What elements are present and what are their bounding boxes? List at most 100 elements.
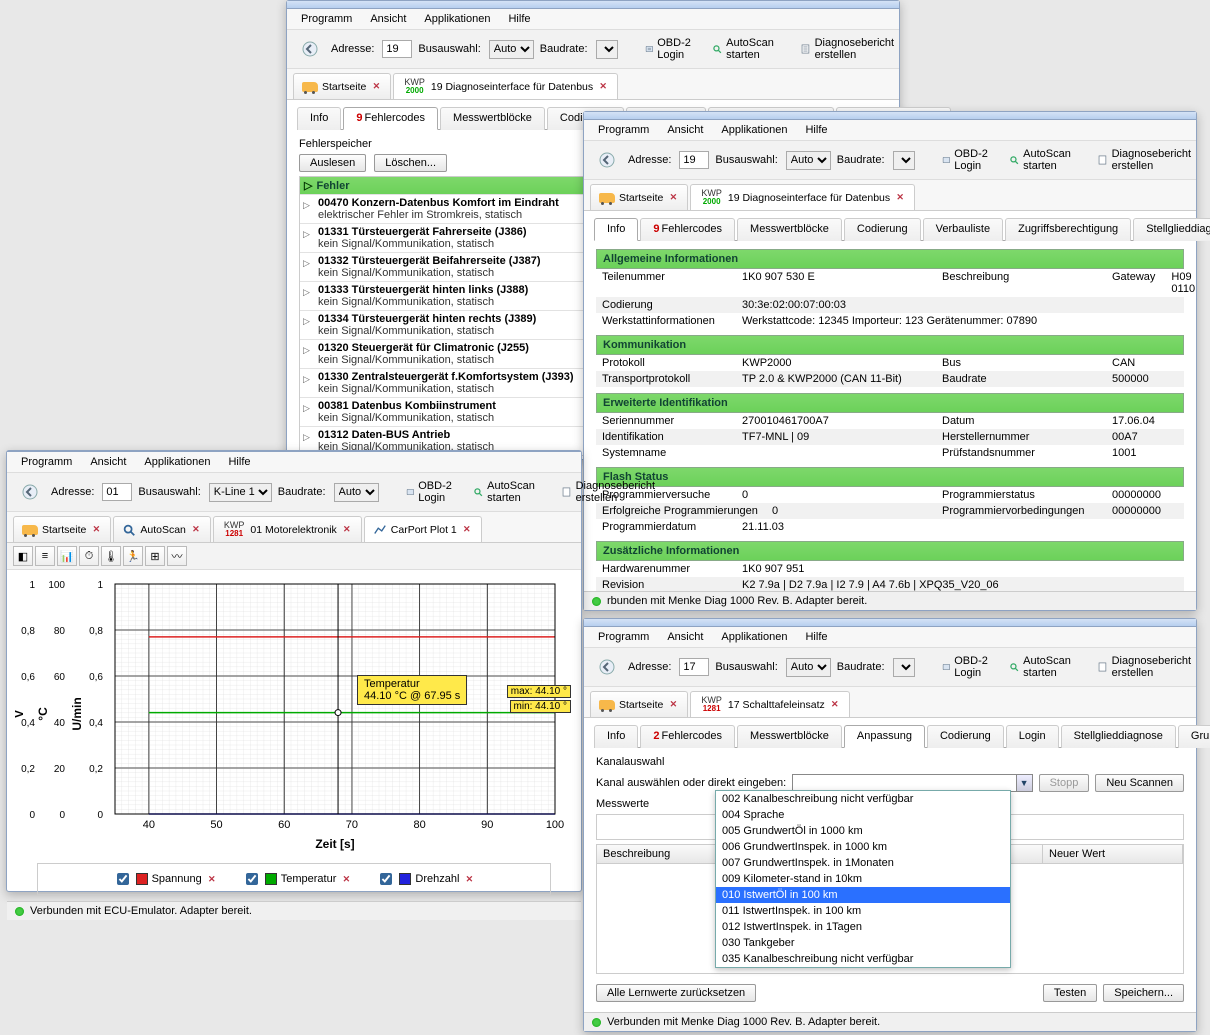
tab-fehlercodes[interactable]: 2Fehlercodes bbox=[640, 725, 735, 748]
doc-tab-plot[interactable]: CarPort Plot 1✕ bbox=[364, 516, 482, 542]
close-icon[interactable]: ✕ bbox=[463, 873, 475, 885]
close-icon[interactable]: ✕ bbox=[341, 524, 353, 536]
expand-icon[interactable]: ▷ bbox=[303, 229, 310, 240]
reset-button[interactable]: Alle Lernwerte zurücksetzen bbox=[596, 984, 756, 1002]
close-icon[interactable]: ✕ bbox=[190, 524, 202, 536]
legend-spannung[interactable]: Spannung✕ bbox=[113, 870, 218, 888]
obd2-login-button[interactable]: OBD-2 Login bbox=[638, 34, 700, 64]
tab-stellglied[interactable]: Stellglieddiagnose bbox=[1061, 725, 1176, 748]
plot-tool-4[interactable]: ⏱ bbox=[79, 546, 99, 566]
expand-icon[interactable]: ▷ bbox=[303, 287, 310, 298]
close-icon[interactable]: ✕ bbox=[667, 699, 679, 711]
testen-button[interactable]: Testen bbox=[1043, 984, 1097, 1002]
baudrate-select[interactable] bbox=[893, 151, 915, 170]
plot-tool-3[interactable]: 📊 bbox=[57, 546, 77, 566]
autoscan-button[interactable]: AutoScan starten bbox=[705, 34, 787, 64]
close-icon[interactable]: ✕ bbox=[894, 192, 906, 204]
tab-fehlercodes[interactable]: 9Fehlercodes bbox=[343, 107, 438, 130]
baudrate-select[interactable]: Auto bbox=[334, 483, 379, 502]
legend-drehzahl[interactable]: Drehzahl✕ bbox=[376, 870, 475, 888]
neu-scannen-button[interactable]: Neu Scannen bbox=[1095, 774, 1184, 792]
legend-temperatur[interactable]: Temperatur✕ bbox=[242, 870, 353, 888]
doc-tab-diag[interactable]: KWP200019 Diagnoseinterface für Datenbus… bbox=[690, 184, 915, 210]
legend-checkbox[interactable] bbox=[380, 873, 392, 885]
adresse-input[interactable] bbox=[679, 658, 709, 676]
doc-tab-motor[interactable]: KWP128101 Motorelektronik✕ bbox=[213, 516, 362, 542]
plot-tool-6[interactable]: 🏃 bbox=[123, 546, 143, 566]
kanal-dropdown-list[interactable]: 002 Kanalbeschreibung nicht verfügbar004… bbox=[715, 790, 1011, 968]
menu-applikationen[interactable]: Applikationen bbox=[713, 122, 795, 138]
busauswahl-select[interactable]: Auto bbox=[786, 151, 831, 170]
dropdown-option[interactable]: 004 Sprache bbox=[716, 807, 1010, 823]
tab-stellglied[interactable]: Stellglieddiagnose bbox=[1133, 218, 1210, 241]
autoscan-button[interactable]: AutoScan starten bbox=[466, 477, 548, 507]
plot-tool-2[interactable]: ≡ bbox=[35, 546, 55, 566]
baudrate-select[interactable] bbox=[596, 40, 618, 59]
obd2-login-button[interactable]: OBD-2 Login bbox=[935, 145, 997, 175]
back-button[interactable] bbox=[295, 38, 325, 60]
tab-grundeinstellung[interactable]: Grundeinstellung bbox=[1178, 725, 1210, 748]
dropdown-option[interactable]: 035 Kanalbeschreibung nicht verfügbar bbox=[716, 951, 1010, 967]
report-button[interactable]: Diagnosebericht erstellen bbox=[554, 477, 668, 507]
doc-tab-startseite[interactable]: Startseite✕ bbox=[590, 691, 688, 717]
tab-info[interactable]: Info bbox=[594, 725, 638, 748]
tab-messwertblocke[interactable]: Messwertblöcke bbox=[737, 218, 842, 241]
tab-verbauliste[interactable]: Verbauliste bbox=[923, 218, 1003, 241]
menu-programm[interactable]: Programm bbox=[590, 629, 657, 645]
dropdown-option[interactable]: 030 Tankgeber bbox=[716, 935, 1010, 951]
dropdown-option[interactable]: 006 GrundwertInspek. in 1000 km bbox=[716, 839, 1010, 855]
report-button[interactable]: Diagnosebericht erstellen bbox=[1090, 652, 1204, 682]
loeschen-button[interactable]: Löschen... bbox=[374, 154, 447, 172]
expand-icon[interactable]: ▷ bbox=[303, 403, 310, 414]
doc-tab-startseite[interactable]: Startseite ✕ bbox=[293, 73, 391, 99]
dropdown-option[interactable]: 012 IstwertInspek. in 1Tagen bbox=[716, 919, 1010, 935]
close-icon[interactable]: ✕ bbox=[206, 873, 218, 885]
obd2-login-button[interactable]: OBD-2 Login bbox=[935, 652, 997, 682]
dropdown-option[interactable]: 011 IstwertInspek. in 100 km bbox=[716, 903, 1010, 919]
menu-applikationen[interactable]: Applikationen bbox=[713, 629, 795, 645]
tab-codierung[interactable]: Codierung bbox=[927, 725, 1004, 748]
dropdown-option[interactable]: 002 Kanalbeschreibung nicht verfügbar bbox=[716, 791, 1010, 807]
adresse-input[interactable] bbox=[102, 483, 132, 501]
dropdown-option[interactable]: 010 IstwertÖl in 100 km bbox=[716, 887, 1010, 903]
plot-tool-5[interactable]: 🌡 bbox=[101, 546, 121, 566]
doc-tab-autoscan[interactable]: AutoScan✕ bbox=[113, 516, 211, 542]
legend-checkbox[interactable] bbox=[246, 873, 258, 885]
autoscan-button[interactable]: AutoScan starten bbox=[1002, 145, 1084, 175]
menu-ansicht[interactable]: Ansicht bbox=[659, 122, 711, 138]
menu-hilfe[interactable]: Hilfe bbox=[797, 122, 835, 138]
menu-programm[interactable]: Programm bbox=[293, 11, 360, 27]
close-icon[interactable]: ✕ bbox=[597, 81, 609, 93]
kanal-input[interactable] bbox=[793, 775, 1015, 791]
report-button[interactable]: Diagnosebericht erstellen bbox=[1090, 145, 1204, 175]
plot-tool-8[interactable]: 〰 bbox=[167, 546, 187, 566]
back-button[interactable] bbox=[15, 481, 45, 503]
menu-ansicht[interactable]: Ansicht bbox=[362, 11, 414, 27]
titlebar[interactable] bbox=[584, 619, 1196, 627]
menu-hilfe[interactable]: Hilfe bbox=[797, 629, 835, 645]
close-icon[interactable]: ✕ bbox=[340, 873, 352, 885]
menu-ansicht[interactable]: Ansicht bbox=[659, 629, 711, 645]
adresse-input[interactable] bbox=[382, 40, 412, 58]
chevron-down-icon[interactable]: ▼ bbox=[1016, 775, 1032, 791]
menu-hilfe[interactable]: Hilfe bbox=[500, 11, 538, 27]
plot-area[interactable]: 40506070809010000,20,40,60,8102040608010… bbox=[7, 570, 581, 857]
titlebar[interactable] bbox=[287, 1, 899, 9]
doc-tab-diag[interactable]: KWP2000 19 Diagnoseinterface für Datenbu… bbox=[393, 73, 618, 99]
busauswahl-select[interactable]: Auto bbox=[489, 40, 534, 59]
close-icon[interactable]: ✕ bbox=[667, 192, 679, 204]
report-button[interactable]: Diagnosebericht erstellen bbox=[793, 34, 907, 64]
menu-ansicht[interactable]: Ansicht bbox=[82, 454, 134, 470]
menu-hilfe[interactable]: Hilfe bbox=[220, 454, 258, 470]
dropdown-option[interactable]: 009 Kilometer-stand in 10km bbox=[716, 871, 1010, 887]
tab-zugriff[interactable]: Zugriffsberechtigung bbox=[1005, 218, 1131, 241]
expand-icon[interactable]: ▷ bbox=[303, 432, 310, 443]
doc-tab-startseite[interactable]: Startseite✕ bbox=[13, 516, 111, 542]
expand-icon[interactable]: ▷ bbox=[303, 374, 310, 385]
close-icon[interactable]: ✕ bbox=[90, 524, 102, 536]
baudrate-select[interactable] bbox=[893, 658, 915, 677]
auslesen-button[interactable]: Auslesen bbox=[299, 154, 366, 172]
plot-tool-1[interactable]: ◧ bbox=[13, 546, 33, 566]
legend-checkbox[interactable] bbox=[117, 873, 129, 885]
menu-applikationen[interactable]: Applikationen bbox=[416, 11, 498, 27]
